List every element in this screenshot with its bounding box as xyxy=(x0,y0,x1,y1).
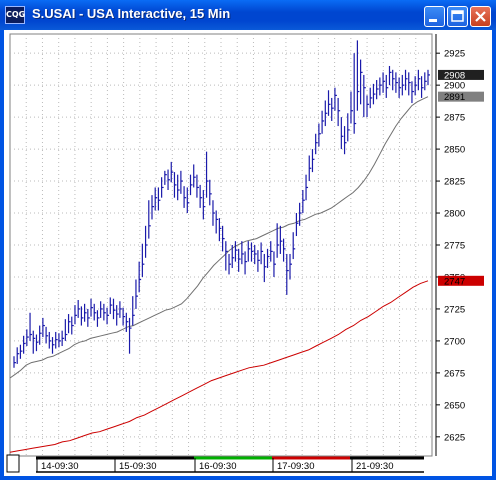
y-tick-label: 2675 xyxy=(444,368,465,379)
app-window: CQG S.USAI - USA Interactive, 15 Min 292… xyxy=(0,0,496,480)
x-tick-label: 17-09:30 xyxy=(277,461,315,472)
y-tick-label: 2900 xyxy=(444,81,465,92)
last-price-tag: 2908 xyxy=(444,70,465,81)
ma-long-tag: 2747 xyxy=(444,276,465,287)
x-tick-label: 16-09:30 xyxy=(199,461,237,472)
y-tick-label: 2850 xyxy=(444,145,465,156)
x-tick-label: 21-09:30 xyxy=(356,461,394,472)
window-title: S.USAI - USA Interactive, 15 Min xyxy=(32,6,231,21)
y-tick-label: 2775 xyxy=(444,241,465,252)
plot-frame xyxy=(9,33,433,457)
minimize-button[interactable] xyxy=(424,6,445,27)
y-tick-label: 2875 xyxy=(444,113,465,124)
close-button[interactable] xyxy=(470,6,491,27)
scroll-handle[interactable] xyxy=(6,454,20,473)
maximize-button[interactable] xyxy=(447,6,468,27)
maximize-icon xyxy=(451,10,464,22)
close-icon xyxy=(475,11,486,22)
minimize-icon xyxy=(429,19,437,22)
y-tick-label: 2625 xyxy=(444,432,465,443)
x-tick-label: 15-09:30 xyxy=(119,461,157,472)
ma-short-tag: 2891 xyxy=(444,92,465,103)
y-tick-label: 2925 xyxy=(444,49,465,60)
y-tick-label: 2825 xyxy=(444,177,465,188)
x-tick-label: 14-09:30 xyxy=(41,461,79,472)
y-tick-label: 2800 xyxy=(444,209,465,220)
title-bar[interactable]: CQG S.USAI - USA Interactive, 15 Min xyxy=(0,0,496,30)
y-tick-label: 2650 xyxy=(444,400,465,411)
y-tick-label: 2725 xyxy=(444,304,465,315)
chart-area[interactable]: 2925290028752850282528002775275027252700… xyxy=(4,30,492,476)
cqg-app-icon[interactable]: CQG xyxy=(5,6,25,24)
y-tick-label: 2700 xyxy=(444,336,465,347)
price-chart[interactable]: 2925290028752850282528002775275027252700… xyxy=(4,30,492,476)
